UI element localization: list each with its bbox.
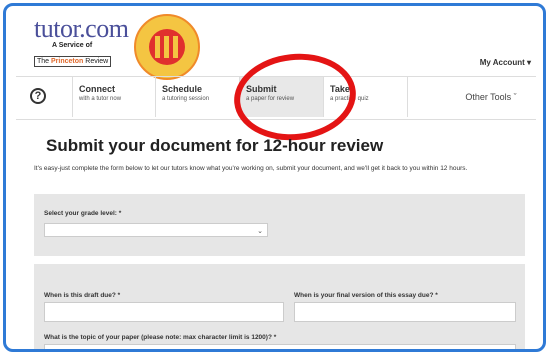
nav-connect[interactable]: Connect with a tutor now [72, 77, 156, 117]
grade-panel: Select your grade level: * ⌄ [34, 194, 525, 256]
nav-schedule[interactable]: Schedule a tutoring session [156, 77, 240, 117]
chevron-down-icon: ⌄ [257, 228, 263, 235]
final-due-field[interactable] [294, 302, 516, 322]
tutor-logo[interactable]: tutor.com A Service of The Princeton Rev… [34, 16, 144, 68]
nav-take-title: Take [330, 84, 350, 94]
page-title: Submit your document for 12-hour review [46, 136, 384, 155]
help-icon[interactable]: ? [30, 88, 46, 104]
draft-due-field[interactable] [44, 302, 284, 322]
my-account-menu[interactable]: My Account ▾ [480, 58, 531, 67]
dates-panel: When is this draft due? * When is your f… [34, 264, 525, 349]
nav-submit-subtitle: a paper for review [246, 96, 295, 102]
pr-suffix: Review [83, 58, 109, 65]
final-due-label: When is your final version of this essay… [294, 292, 438, 299]
nav-take-subtitle: a practice quiz [330, 96, 369, 102]
seal-center [149, 29, 185, 65]
intro-text: It's easy-just complete the form below t… [34, 165, 468, 172]
other-tools-menu[interactable]: Other Tools ˇ [448, 77, 534, 117]
pr-prefix: The [37, 58, 52, 65]
grade-select[interactable]: ⌄ [44, 223, 268, 237]
district-seal-icon [134, 14, 200, 80]
nav-take[interactable]: Take a practice quiz [324, 77, 408, 117]
draft-due-label: When is this draft due? * [44, 292, 121, 299]
topic-field[interactable] [44, 344, 516, 349]
logo-text: tutor.com [34, 14, 129, 43]
topic-label: What is the topic of your paper (please … [44, 334, 277, 341]
seal-bar [155, 36, 160, 58]
seal-bar [164, 36, 169, 58]
pr-brand: Princeton [51, 58, 84, 65]
grade-label: Select your grade level: * [44, 210, 122, 217]
seal-bar [173, 36, 178, 58]
princeton-review-badge: The Princeton Review [34, 56, 112, 67]
nav-connect-title: Connect [79, 84, 115, 94]
nav-schedule-title: Schedule [162, 84, 203, 94]
nav-connect-subtitle: with a tutor now [79, 96, 122, 102]
nav-submit[interactable]: Submit a paper for review [240, 77, 324, 117]
nav-submit-title: Submit [246, 84, 277, 94]
main-nav: ? Connect with a tutor now Schedule a tu… [16, 76, 536, 120]
app-frame: tutor.com A Service of The Princeton Rev… [3, 3, 546, 352]
nav-schedule-subtitle: a tutoring session [162, 96, 210, 102]
logo-tagline: A Service of [52, 42, 93, 49]
